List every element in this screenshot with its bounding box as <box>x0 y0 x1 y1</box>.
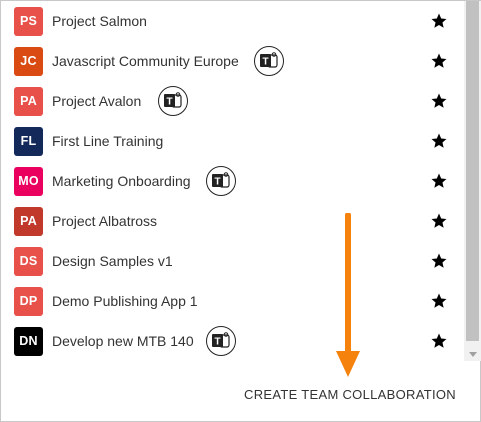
team-name[interactable]: First Line Training <box>52 133 163 149</box>
scrollbar[interactable] <box>464 1 481 361</box>
favorite-star-icon[interactable] <box>430 52 448 70</box>
team-row[interactable]: FL First Line Training <box>1 121 464 161</box>
team-list-panel: PS Project Salmon JC Javascript Community E… <box>0 0 481 422</box>
favorite-star-icon[interactable] <box>430 212 448 230</box>
team-avatar: JC <box>14 46 43 76</box>
team-row[interactable]: PA Project Albatross <box>1 201 464 241</box>
team-avatar: PA <box>14 86 43 116</box>
team-avatar: MO <box>14 166 43 196</box>
team-name[interactable]: Develop new MTB 140 <box>52 333 194 349</box>
scroll-down-arrow-icon[interactable] <box>464 347 481 361</box>
favorite-star-icon[interactable] <box>430 132 448 150</box>
scrollbar-thumb[interactable] <box>466 1 479 341</box>
team-avatar: DN <box>14 326 43 356</box>
team-name[interactable]: Marketing Onboarding <box>52 173 191 189</box>
microsoft-teams-icon: T <box>254 46 284 76</box>
team-row[interactable]: PA Project Avalon T <box>1 81 464 121</box>
favorite-star-icon[interactable] <box>430 252 448 270</box>
team-avatar: FL <box>14 126 43 156</box>
team-name[interactable]: Project Avalon <box>52 93 141 109</box>
favorite-star-icon[interactable] <box>430 92 448 110</box>
favorite-star-icon[interactable] <box>430 332 448 350</box>
team-avatar: PA <box>14 206 43 236</box>
down-arrow-annotation <box>336 213 360 377</box>
teams-icon-letter: T <box>214 337 220 348</box>
team-avatar: PS <box>14 6 43 36</box>
favorite-star-icon[interactable] <box>430 292 448 310</box>
team-row[interactable]: MO Marketing Onboarding T <box>1 161 464 201</box>
microsoft-teams-icon: T <box>206 166 236 196</box>
favorite-star-icon[interactable] <box>430 12 448 30</box>
microsoft-teams-icon: T <box>206 326 236 356</box>
team-row[interactable]: DP Demo Publishing App 1 <box>1 281 464 321</box>
team-name[interactable]: Project Albatross <box>52 213 157 229</box>
team-name[interactable]: Javascript Community Europe <box>52 53 239 69</box>
team-name[interactable]: Project Salmon <box>52 13 147 29</box>
favorite-star-icon[interactable] <box>430 172 448 190</box>
teams-icon-letter: T <box>214 177 220 188</box>
teams-icon-letter: T <box>166 97 172 108</box>
team-list: PS Project Salmon JC Javascript Community E… <box>1 1 464 361</box>
team-row[interactable]: DN Develop new MTB 140 T <box>1 321 464 361</box>
team-row[interactable]: JC Javascript Community Europe T <box>1 41 464 81</box>
team-name[interactable]: Design Samples v1 <box>52 253 173 269</box>
team-row[interactable]: DS Design Samples v1 <box>1 241 464 281</box>
team-avatar: DP <box>14 286 43 316</box>
team-avatar: DS <box>14 246 43 276</box>
team-name[interactable]: Demo Publishing App 1 <box>52 293 198 309</box>
microsoft-teams-icon: T <box>158 86 188 116</box>
teams-icon-letter: T <box>262 57 268 68</box>
create-team-collaboration-button[interactable]: CREATE TEAM COLLABORATION <box>239 379 461 409</box>
team-row[interactable]: PS Project Salmon <box>1 1 464 41</box>
